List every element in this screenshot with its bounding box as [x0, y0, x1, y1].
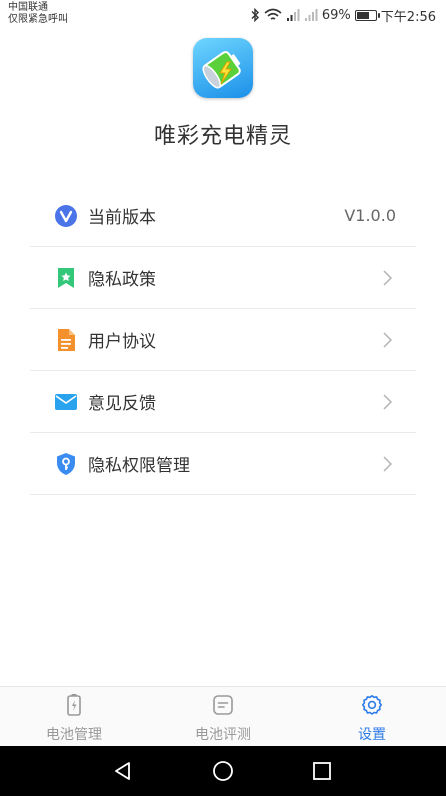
carrier-info: 中国联通 仅限紧急呼叫 — [8, 2, 68, 26]
privacy-bookmark-icon — [54, 266, 78, 290]
menu-label-version: 当前版本 — [88, 208, 156, 228]
shield-key-icon — [54, 452, 78, 476]
battery-icon — [67, 694, 81, 716]
status-icons: 69% 下午2:56 — [250, 6, 436, 25]
tab-label: 设置 — [358, 727, 386, 743]
tab-battery-evaluation[interactable]: 电池评测 — [149, 687, 297, 747]
menu-label-feedback: 意见反馈 — [88, 394, 156, 414]
version-number: V1.0.0 — [344, 206, 396, 225]
menu-item-user-agreement[interactable]: 用户协议 — [30, 309, 416, 371]
clock: 下午2:56 — [380, 9, 436, 25]
menu-label-privacy-policy: 隐私政策 — [88, 270, 156, 290]
system-nav-bar — [0, 746, 446, 796]
emergency-only-text: 仅限紧急呼叫 — [8, 14, 68, 25]
wifi-icon — [264, 8, 282, 20]
tab-label: 电池评测 — [195, 727, 251, 743]
signal-icon — [304, 9, 318, 21]
tab-battery-management[interactable]: 电池管理 — [0, 687, 148, 747]
menu-label-user-agreement: 用户协议 — [88, 332, 156, 352]
mail-icon — [54, 390, 78, 414]
recents-icon[interactable] — [309, 758, 335, 784]
battery-icon — [354, 9, 380, 21]
document-icon — [54, 328, 78, 352]
status-bar: 中国联通 仅限紧急呼叫 69% 下午2:56 — [0, 0, 446, 30]
settings-menu: 当前版本 V1.0.0 隐私政策 用户协议 意见反馈 隐私权限管理 — [30, 185, 416, 495]
signal-icon — [286, 9, 300, 21]
menu-item-privacy-policy[interactable]: 隐私政策 — [30, 247, 416, 309]
bottom-tab-bar: 电池管理 电池评测 设置 — [0, 686, 446, 746]
home-icon[interactable] — [210, 758, 236, 784]
chevron-right-icon — [383, 331, 393, 348]
gear-icon — [362, 695, 382, 715]
note-icon — [213, 695, 233, 715]
tab-label: 电池管理 — [46, 727, 102, 743]
menu-label-privacy-permissions: 隐私权限管理 — [88, 456, 190, 476]
battery-percent: 69% — [321, 7, 351, 23]
menu-item-version[interactable]: 当前版本 V1.0.0 — [30, 185, 416, 247]
back-icon[interactable] — [110, 758, 136, 784]
battery-app-icon — [193, 38, 253, 98]
chevron-right-icon — [383, 393, 393, 410]
bluetooth-icon — [251, 8, 259, 22]
chevron-right-icon — [383, 269, 393, 286]
app-name: 唯彩充电精灵 — [153, 124, 292, 149]
menu-item-feedback[interactable]: 意见反馈 — [30, 371, 416, 433]
menu-item-privacy-permissions[interactable]: 隐私权限管理 — [30, 433, 416, 495]
carrier-name: 中国联通 — [8, 2, 48, 13]
version-v-icon — [54, 204, 78, 228]
chevron-right-icon — [383, 455, 393, 472]
tab-settings[interactable]: 设置 — [298, 687, 446, 747]
